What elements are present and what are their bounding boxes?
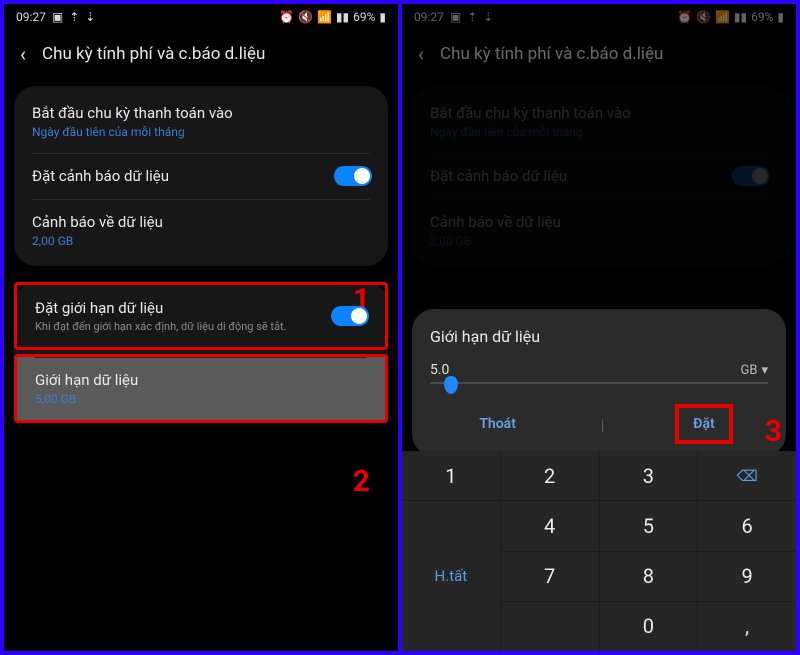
dialog-separator: | [601,415,605,434]
key-1[interactable]: 1 [402,451,500,500]
key-9[interactable]: 9 [698,552,796,601]
slider-track[interactable] [430,382,768,384]
row-set-data-limit[interactable]: Đặt giới hạn dữ liệu Khi đạt đến giới hạ… [14,282,388,350]
row-sub: Ngày đầu tiên của mỗi tháng [32,125,370,139]
numeric-keypad: 1 2 3 ⌫ 4 5 6 H.tất 7 8 9 0 , [402,451,796,651]
row-billing-cycle[interactable]: Bắt đầu chu kỳ thanh toán vào Ngày đầu t… [14,90,388,153]
key-3[interactable]: 3 [600,451,698,500]
toggle-data-warning[interactable] [334,166,372,186]
toggle-data-limit[interactable] [331,306,369,326]
back-icon[interactable]: ‹ [20,42,26,66]
row-title: Đặt cảnh báo dữ liệu [32,167,370,185]
header: ‹ Chu kỳ tính phí và c.báo d.liệu [4,30,398,78]
row-sub: 5,00 GB [35,392,367,406]
key-backspace[interactable]: ⌫ [698,451,796,500]
slider-thumb-icon[interactable] [444,376,458,394]
key-5[interactable]: 5 [600,501,698,550]
confirm-button[interactable]: Đặt [675,404,733,444]
settings-card-2: Đặt giới hạn dữ liệu Khi đạt đến giới hạ… [14,282,388,423]
key-2[interactable]: 2 [501,451,599,500]
status-time: 09:27 [16,10,46,24]
unit-label: GB [741,363,758,378]
annotation-3: 3 [765,414,782,449]
row-desc: Khi đạt đến giới hạn xác định, dữ liệu d… [35,320,367,333]
picture-icon: ▣ [52,10,63,24]
data-limit-dialog: Giới hạn dữ liệu 5.0 GB ▾ Thoát | Đặt [412,309,786,456]
upload-icon: ⇡ [69,10,79,24]
row-title: Giới hạn dữ liệu [35,371,367,389]
statusbar: 09:27 ▣ ⇡ ⇣ ⏰ 🔇 📶 ▮▮ 69% ▮ [4,4,398,30]
status-battery: 69% [353,10,375,24]
mute-icon: 🔇 [298,10,313,24]
page-title: Chu kỳ tính phí và c.báo d.liệu [42,44,265,64]
key-7[interactable]: 7 [501,552,599,601]
chevron-down-icon: ▾ [761,363,768,378]
annotation-2: 2 [353,464,370,499]
key-comma[interactable]: , [698,602,796,651]
key-blank [501,602,599,651]
unit-selector[interactable]: GB ▾ [741,363,769,378]
key-6[interactable]: 6 [698,501,796,550]
signal-icon: ▮▮ [336,10,349,24]
row-data-warning[interactable]: Cảnh báo về dữ liệu 2,00 GB [14,199,388,262]
row-sub: 2,00 GB [32,234,370,248]
cancel-button[interactable]: Thoát [465,408,530,440]
row-data-limit[interactable]: Giới hạn dữ liệu 5,00 GB [14,354,388,423]
phone-right: 09:27 ▣ ⇡ ⇣ ⏰ 🔇 📶 ▮▮ 69% ▮ ‹ Chu kỳ tính… [402,4,796,651]
key-0[interactable]: 0 [600,602,698,651]
phone-left: 09:27 ▣ ⇡ ⇣ ⏰ 🔇 📶 ▮▮ 69% ▮ ‹ Chu kỳ tính… [4,4,398,651]
dialog-title: Giới hạn dữ liệu [430,327,768,346]
battery-icon: ▮ [379,10,386,24]
key-8[interactable]: 8 [600,552,698,601]
key-4[interactable]: 4 [501,501,599,550]
download-icon: ⇣ [85,10,95,24]
limit-input-value[interactable]: 5.0 [430,362,449,378]
row-title: Bắt đầu chu kỳ thanh toán vào [32,104,370,122]
alarm-off-icon: ⏰ [279,10,294,24]
settings-card-1: Bắt đầu chu kỳ thanh toán vào Ngày đầu t… [14,86,388,266]
wifi-icon: 📶 [317,10,332,24]
row-title: Đặt giới hạn dữ liệu [35,299,367,317]
row-set-data-warning[interactable]: Đặt cảnh báo dữ liệu [14,153,388,199]
key-done[interactable]: H.tất [402,501,500,651]
row-title: Cảnh báo về dữ liệu [32,213,370,231]
